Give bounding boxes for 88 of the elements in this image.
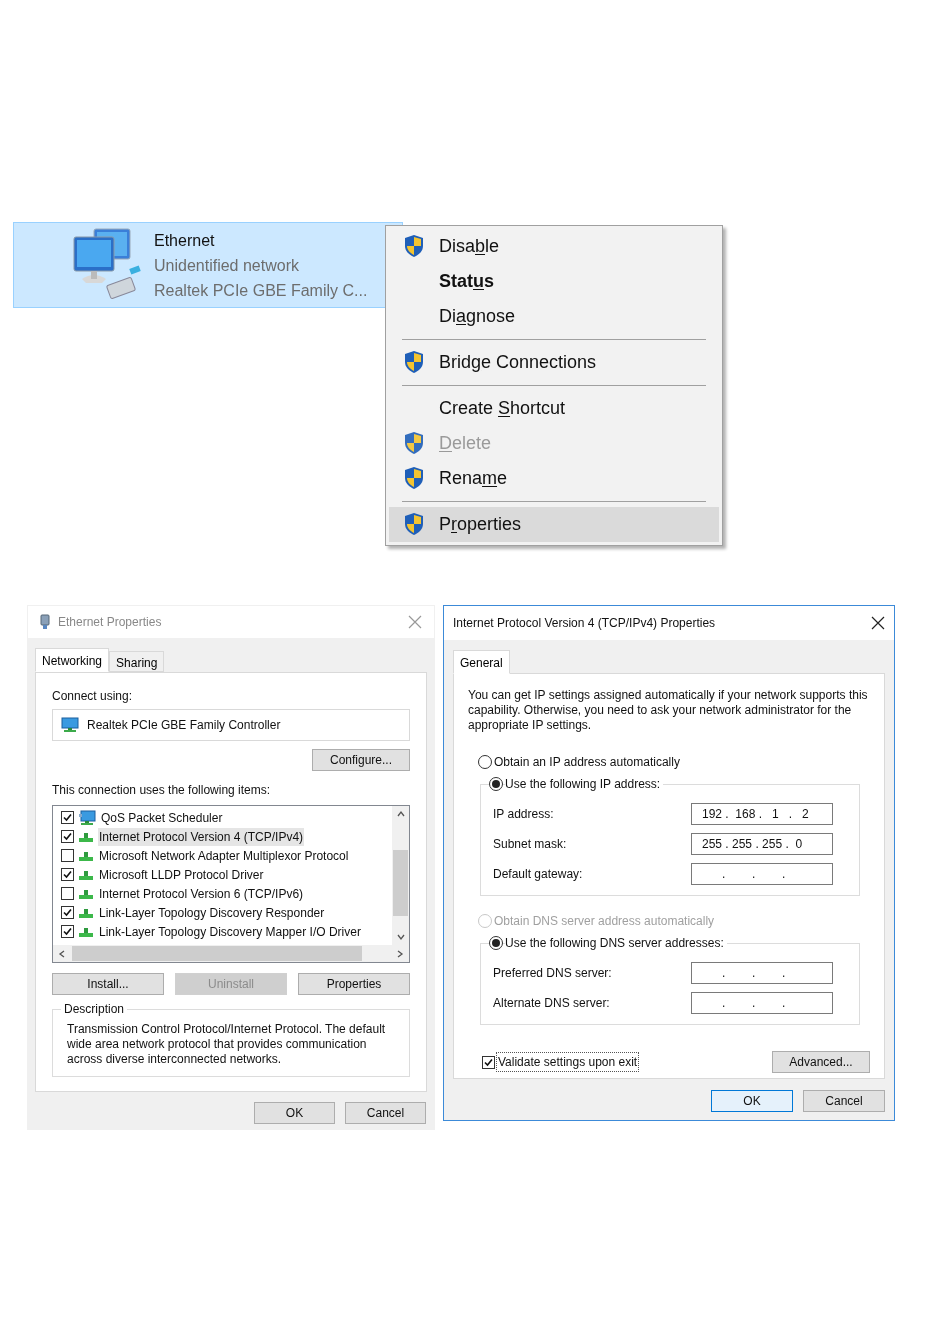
protocol-icon <box>78 868 94 881</box>
checkbox-label: Validate settings upon exit <box>496 1052 640 1072</box>
protocol-icon <box>78 925 94 938</box>
menu-item[interactable]: Rename <box>389 461 719 496</box>
menu-item-label: Rename <box>439 467 508 490</box>
checkbox[interactable] <box>61 925 74 938</box>
dialog-button[interactable]: Cancel <box>345 1102 426 1124</box>
section-label: Connect using: <box>52 688 134 705</box>
dialog-button[interactable]: Cancel <box>803 1090 885 1112</box>
radio-button[interactable] <box>478 755 492 769</box>
menu-item-label: Status <box>439 270 495 293</box>
menu-item-label: Delete <box>439 432 492 455</box>
advanced-button[interactable]: Advanced... <box>772 1051 870 1073</box>
checkbox[interactable] <box>482 1055 495 1069</box>
close-icon[interactable] <box>871 616 885 630</box>
connection-tile[interactable]: Ethernet Unidentified network Realtek PCIe GBE Family C... <box>13 222 403 308</box>
network-monitor-icon <box>61 717 79 733</box>
scrollbar-thumb[interactable] <box>393 850 408 916</box>
field-label: Default gateway: <box>493 866 584 883</box>
radio-button[interactable] <box>489 936 503 950</box>
ip-value: . . . <box>721 965 786 982</box>
shield-icon <box>403 465 425 490</box>
list-item[interactable]: Internet Protocol Version 6 (TCP/IPv6) <box>98 884 305 903</box>
connection-name: Ethernet <box>154 230 216 251</box>
configure-button[interactable]: Configure... <box>312 749 410 771</box>
network-adapter-icon <box>40 614 50 630</box>
list-item[interactable]: QoS Packet Scheduler <box>100 808 224 827</box>
protocol-icon <box>78 887 94 900</box>
ip-address-field[interactable]: . . . <box>691 863 833 885</box>
group-label: Description <box>61 1002 128 1016</box>
checkbox[interactable] <box>61 849 74 862</box>
menu-item-label: Create Shortcut <box>439 397 566 420</box>
list-item[interactable]: Link-Layer Topology Discovery Responder <box>98 903 326 922</box>
checkbox[interactable] <box>61 830 74 843</box>
connection-status: Unidentified network <box>154 255 300 276</box>
checkbox[interactable] <box>61 887 74 900</box>
tab[interactable]: Networking <box>35 648 110 672</box>
window-title: Ethernet Properties <box>58 614 162 631</box>
field-label: Alternate DNS server: <box>493 995 611 1012</box>
dialog-button[interactable]: Properties <box>298 973 410 995</box>
menu-item[interactable]: Bridge Connections <box>389 345 719 380</box>
tab[interactable]: Sharing <box>109 651 165 672</box>
menu-item-label: Disable <box>439 235 500 258</box>
checkbox[interactable] <box>61 811 74 824</box>
menu-item-label: Diagnose <box>439 305 516 328</box>
dialog-button[interactable]: OK <box>254 1102 335 1124</box>
field-label: Subnet mask: <box>493 836 568 853</box>
ip-address-field[interactable]: . . . <box>691 992 833 1014</box>
ip-value: 255 . 255 . 255 . 0 <box>702 836 803 853</box>
list-item[interactable]: Link-Layer Topology Discovery Mapper I/O Driver <box>98 922 362 941</box>
list-item[interactable]: Internet Protocol Version 4 (TCP/IPv4) <box>98 827 305 846</box>
list-item[interactable]: Microsoft LLDP Protocol Driver <box>98 865 265 884</box>
vertical-scrollbar[interactable] <box>392 806 409 945</box>
ip-address-field[interactable]: 192 . 168 . 1 . 2 <box>691 803 833 825</box>
ip-value: 192 . 168 . 1 . 2 <box>702 806 809 823</box>
shield-icon <box>403 349 425 374</box>
section-label: This connection uses the following items: <box>52 782 272 799</box>
field-label: Preferred DNS server: <box>493 965 613 982</box>
dialog-button[interactable]: OK <box>711 1090 793 1112</box>
intro-text: You can get IP settings assigned automatically if your network supports this capability. Otherwise, you need to ask your network administrator for the appropriate IP settings. <box>468 688 868 733</box>
adapter-name: Realtek PCIe GBE Family C... <box>154 280 368 301</box>
shield-icon <box>403 430 425 455</box>
field-label: IP address: <box>493 806 555 823</box>
checkbox[interactable] <box>61 868 74 881</box>
window-title: Internet Protocol Version 4 (TCP/IPv4) Properties <box>453 615 716 632</box>
dialog-button[interactable]: Install... <box>52 973 164 995</box>
network-monitor-icon <box>78 809 96 826</box>
menu-item[interactable]: Properties <box>389 507 719 542</box>
shield-icon <box>403 233 425 258</box>
protocol-icon <box>78 849 94 862</box>
ip-address-field[interactable]: . . . <box>691 962 833 984</box>
list-item[interactable]: Microsoft Network Adapter Multiplexor Protocol <box>98 846 350 865</box>
description-text: Transmission Control Protocol/Internet Protocol. The default wide area network protocol that provides communication across diverse interconnected networks. <box>67 1022 387 1067</box>
ip-value: . . . <box>721 866 786 883</box>
protocol-icon <box>78 830 94 843</box>
radio-button[interactable] <box>489 777 503 791</box>
ip-value: . . . <box>721 995 786 1012</box>
menu-item[interactable]: Create Shortcut <box>389 391 719 426</box>
horizontal-scrollbar[interactable] <box>53 945 409 962</box>
scrollbar-thumb[interactable] <box>72 946 362 961</box>
menu-item-label: Bridge Connections <box>439 351 597 374</box>
adapter-name: Realtek PCIe GBE Family Controller <box>87 717 281 734</box>
protocol-icon <box>78 906 94 919</box>
ip-address-field[interactable]: 255 . 255 . 255 . 0 <box>691 833 833 855</box>
shield-icon <box>403 511 425 536</box>
tab[interactable]: General <box>453 650 510 674</box>
menu-item-label: Properties <box>439 513 522 536</box>
checkbox[interactable] <box>61 906 74 919</box>
